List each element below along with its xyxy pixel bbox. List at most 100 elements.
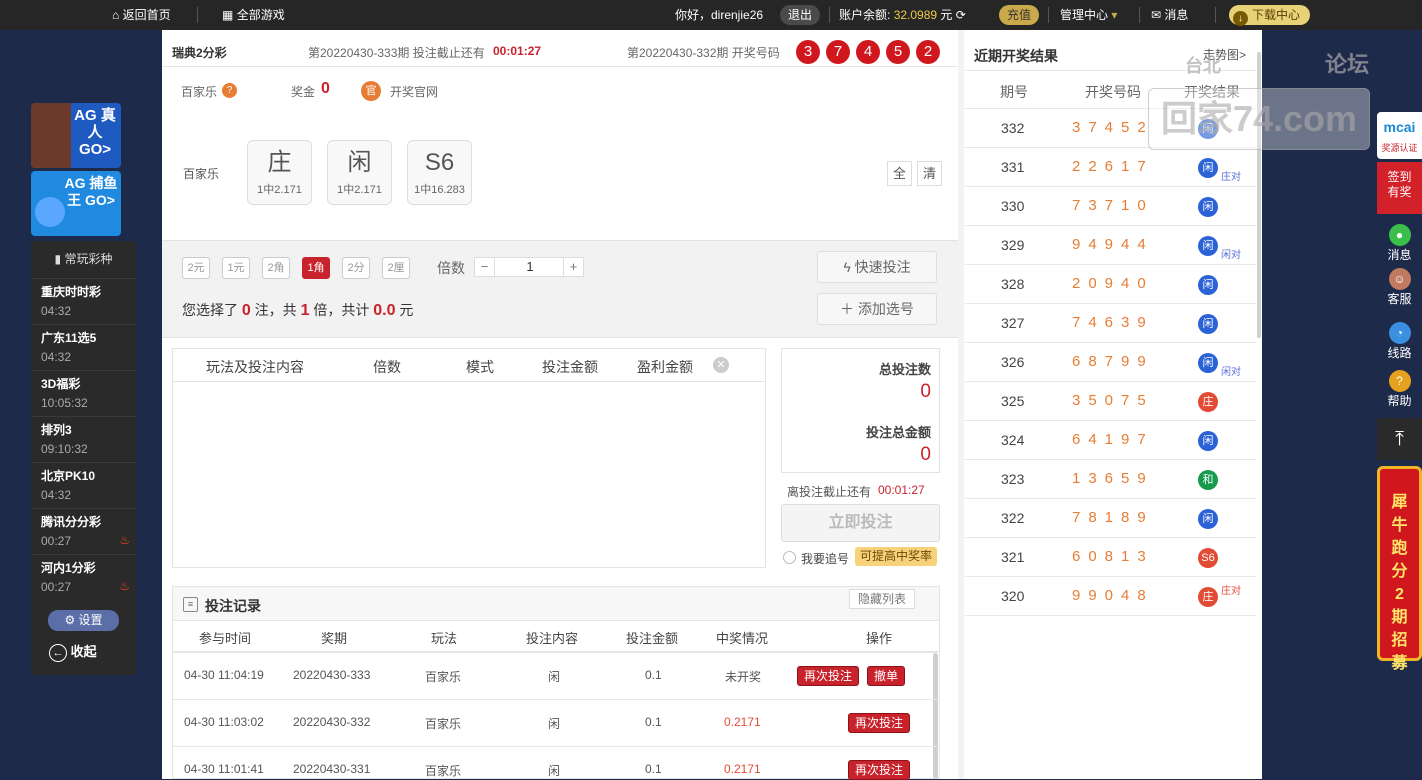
bet-option-banker[interactable]: 庄 1中2.171	[247, 140, 312, 205]
record-amount: 0.1	[645, 715, 662, 729]
balance-value: 32.0989	[893, 8, 938, 22]
clear-cart-icon[interactable]: ✕	[713, 357, 729, 373]
issue-number: 330	[1001, 198, 1025, 214]
home-link[interactable]: ⌂ 返回首页	[112, 0, 171, 30]
total-count-label: 总投注数	[878, 362, 931, 377]
lottery-name: 3D福彩	[41, 377, 81, 391]
result-ball: 5	[886, 40, 910, 64]
draw-numbers: 35075	[1072, 392, 1154, 409]
lottery-time: 04:32	[41, 488, 72, 502]
sidebar-item-lottery[interactable]: 广东11选5 04:32	[31, 324, 136, 370]
home-label: 返回首页	[122, 8, 171, 22]
table-row: 04-30 11:01:41 20220430-331 百家乐 闲 0.1 0.…	[173, 746, 937, 780]
sidebar-item-lottery[interactable]: 排列3 09:10:32	[31, 416, 136, 462]
hide-list-button[interactable]: 隐藏列表	[849, 589, 915, 609]
result-tag: 闲	[1198, 158, 1218, 178]
option-odds: 1中2.171	[257, 184, 302, 196]
settings-button[interactable]: ⚙ 设置	[48, 610, 119, 631]
lottery-time: 04:32	[41, 350, 72, 364]
gear-icon: ⚙	[64, 613, 76, 627]
records-col-header: 玩法	[431, 631, 458, 646]
cancel-order-button[interactable]: 撤单	[867, 666, 906, 686]
table-row: 324 64197 闲	[965, 421, 1256, 460]
unit-2fen[interactable]: 2分	[342, 257, 370, 279]
unit-1yuan[interactable]: 1元	[222, 257, 250, 279]
sign-in-reward[interactable]: 签到有奖	[1377, 162, 1422, 214]
add-number-button[interactable]: ＋ 添加选号	[817, 293, 937, 325]
lottery-time: 04:32	[41, 304, 72, 318]
logout-button[interactable]: 退出	[780, 5, 821, 25]
download-button[interactable]: ↓ 下载中心	[1229, 5, 1311, 26]
rebet-button[interactable]: 再次投注	[848, 760, 911, 780]
rebet-button[interactable]: 再次投注	[797, 666, 860, 686]
sidebar-item-lottery[interactable]: 3D福彩 10:05:32	[31, 370, 136, 416]
manage-menu[interactable]: 管理中心 ▾	[1060, 0, 1117, 30]
lottery-name: 排列3	[41, 423, 72, 437]
result-ball: 7	[826, 40, 850, 64]
bet-now-button[interactable]: 立即投注	[781, 504, 940, 542]
results-col-header: 期号	[1000, 84, 1028, 100]
sidebar-item-lottery[interactable]: 河内1分彩 00:27 ♨	[31, 554, 136, 600]
sidebar-item-lottery[interactable]: 腾讯分分彩 00:27 ♨	[31, 508, 136, 554]
unit-2jiao[interactable]: 2角	[262, 257, 290, 279]
record-status: 未开奖	[725, 670, 762, 684]
chat-icon: ●	[1388, 224, 1411, 246]
results-col-header: 开奖号码	[1085, 84, 1141, 100]
back-to-top-button[interactable]: ⤒	[1377, 418, 1422, 460]
select-all-button[interactable]: 全	[887, 161, 912, 186]
quick-bet-button[interactable]: ϟ 快速投注	[817, 251, 937, 283]
records-title: 投注记录	[205, 598, 261, 614]
sidebar-item-lottery[interactable]: 重庆时时彩 04:32	[31, 278, 136, 324]
help-icon[interactable]: ?	[222, 83, 237, 98]
plus-button[interactable]: +	[563, 258, 583, 276]
result-tag: 闲	[1198, 509, 1218, 529]
bet-option-player[interactable]: 闲 1中2.171	[327, 140, 392, 205]
promo-banner[interactable]: 犀牛跑分2期招募	[1377, 466, 1422, 672]
mcai-badge[interactable]: mcai 奖源认证	[1377, 112, 1422, 159]
draw-numbers: 99048	[1072, 587, 1154, 604]
table-row: 04-30 11:04:19 20220430-333 百家乐 闲 0.1 未开…	[173, 652, 937, 698]
table-row: 328 20940 闲	[965, 265, 1256, 304]
sidebar-item-route[interactable]: ◔ 线路	[1377, 322, 1422, 360]
collapse-button[interactable]: ← 收起	[49, 642, 97, 662]
bet-option-s6[interactable]: S6 1中16.283	[407, 140, 472, 205]
total-count: 0	[920, 381, 931, 402]
official-site-link[interactable]: 开奖官网	[390, 83, 438, 100]
records-col-header: 中奖情况	[716, 631, 769, 646]
ag-live-banner[interactable]: AG 真人 GO>	[31, 103, 121, 168]
countdown: 00:01:27	[493, 44, 542, 58]
unit-2yuan[interactable]: 2元	[182, 257, 210, 279]
message-link[interactable]: ✉ 消息	[1151, 0, 1188, 30]
table-row: 329 94944 闲闲对	[965, 226, 1256, 265]
clear-button[interactable]: 清	[917, 161, 942, 186]
settings-label: 设置	[78, 613, 103, 627]
unit-2li[interactable]: 2厘	[382, 257, 410, 279]
refresh-icon[interactable]: ⟳	[956, 8, 966, 22]
record-content: 闲	[548, 717, 561, 731]
unit-1jiao[interactable]: 1角	[302, 257, 330, 279]
chase-radio[interactable]	[783, 551, 796, 564]
all-games-link[interactable]: ▦ 全部游戏	[222, 0, 285, 30]
option-label: 庄	[267, 149, 292, 176]
multiplier-input[interactable]: 1	[495, 258, 565, 276]
ag-fish-text: AG 捕鱼王 GO>	[64, 175, 118, 208]
issue-number: 331	[1001, 159, 1025, 175]
draw-numbers: 78189	[1072, 509, 1154, 526]
ag-fish-banner[interactable]: AG 捕鱼王 GO>	[31, 171, 121, 236]
add-number-label: 添加选号	[857, 301, 914, 317]
balance-label: 账户余额:	[839, 8, 891, 22]
minus-button[interactable]: −	[475, 258, 495, 276]
recharge-button[interactable]: 充值	[999, 5, 1040, 25]
lottery-time: 09:10:32	[41, 442, 88, 456]
record-content: 闲	[548, 764, 561, 778]
sidebar-item-help[interactable]: ? 帮助	[1377, 370, 1422, 408]
rebet-button[interactable]: 再次投注	[848, 713, 911, 733]
pair-label: 闲对	[1221, 250, 1241, 261]
plus-icon: ＋	[840, 301, 855, 317]
sidebar-item-message[interactable]: ● 消息	[1377, 224, 1422, 262]
sidebar-item-service[interactable]: ☺ 客服	[1377, 268, 1422, 306]
total-amount: 0	[920, 444, 931, 465]
record-play: 百家乐	[425, 764, 462, 778]
official-site-icon[interactable]: 官	[361, 81, 381, 101]
sidebar-item-lottery[interactable]: 北京PK10 04:32	[31, 462, 136, 508]
